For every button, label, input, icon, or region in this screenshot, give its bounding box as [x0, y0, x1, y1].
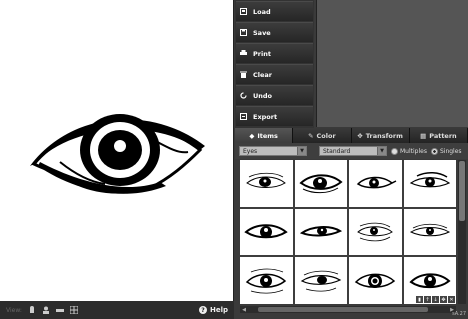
- save-label: Save: [253, 28, 271, 37]
- radio-selected-icon: [430, 147, 438, 155]
- preview-panel: [316, 0, 468, 127]
- singles-label: Singles: [439, 147, 462, 155]
- print-label: Print: [253, 49, 271, 58]
- singles-radio[interactable]: Singles: [430, 147, 462, 155]
- move-icon[interactable]: ✥: [440, 296, 447, 303]
- scroll-left-icon[interactable]: ◀: [240, 306, 248, 313]
- person-icon[interactable]: [42, 306, 50, 314]
- clear-label: Clear: [253, 70, 272, 79]
- chevron-down-icon: ▼: [297, 147, 306, 155]
- print-button[interactable]: Print: [236, 43, 313, 63]
- trash-icon: [240, 71, 247, 78]
- tab-color[interactable]: ✎ Color: [293, 128, 352, 143]
- pattern-icon: ▦: [420, 131, 427, 140]
- help-button[interactable]: ? Help: [198, 306, 228, 314]
- style-value: Standard: [323, 147, 351, 155]
- undo-icon: [240, 92, 247, 99]
- help-label: Help: [209, 306, 228, 314]
- tab-pattern[interactable]: ▦ Pattern: [409, 128, 468, 143]
- tab-items[interactable]: ◆ Items: [235, 128, 294, 143]
- undo-label: Undo: [253, 91, 273, 100]
- load-icon: [240, 8, 247, 15]
- tab-color-label: Color: [316, 131, 336, 140]
- eye-thumbnail-selected[interactable]: ▮ ↑ ↓ ✥ ✕: [403, 257, 456, 304]
- vertical-scrollbar[interactable]: [458, 160, 466, 304]
- bottom-toolbar: View: ? Help: [0, 301, 234, 319]
- undo-button[interactable]: Undo: [236, 85, 313, 105]
- eye-thumbnail[interactable]: [294, 160, 347, 207]
- print-icon: [240, 50, 247, 55]
- style-select[interactable]: Standard ▼: [319, 146, 387, 156]
- delete-icon[interactable]: ✕: [448, 296, 455, 303]
- drawing-canvas[interactable]: [0, 0, 234, 301]
- eye-thumbnail[interactable]: [349, 257, 402, 304]
- transform-icon: ✥: [357, 131, 363, 140]
- export-button[interactable]: Export: [236, 106, 313, 126]
- category-value: Eyes: [243, 147, 258, 155]
- eye-thumbnail[interactable]: [403, 160, 456, 207]
- radio-icon: [391, 147, 398, 155]
- export-label: Export: [253, 112, 278, 121]
- tab-transform-label: Transform: [365, 131, 403, 140]
- load-label: Load: [253, 7, 271, 16]
- help-icon: ?: [198, 306, 207, 314]
- multiples-label: Multiples: [400, 147, 427, 155]
- eye-thumbnail[interactable]: [240, 257, 293, 304]
- down-icon[interactable]: ↓: [432, 296, 439, 303]
- android-icon[interactable]: [28, 306, 36, 314]
- bar-icon[interactable]: [55, 306, 64, 314]
- item-grid: ▮ ↑ ↓ ✥ ✕: [240, 160, 456, 304]
- view-label: View:: [6, 306, 22, 314]
- tab-bar: ◆ Items ✎ Color ✥ Transform ▦ Pattern: [235, 128, 468, 143]
- eye-thumbnail[interactable]: [240, 160, 293, 207]
- eye-thumbnail[interactable]: [349, 208, 402, 256]
- eye-thumbnail[interactable]: [403, 208, 456, 256]
- eye-thumbnail[interactable]: [349, 160, 402, 207]
- up-icon[interactable]: ↑: [424, 296, 431, 303]
- brush-icon: ✎: [308, 131, 314, 140]
- scroll-thumb[interactable]: [459, 161, 465, 221]
- export-icon: [240, 113, 247, 120]
- tab-items-label: Items: [257, 131, 278, 140]
- load-button[interactable]: Load: [236, 1, 313, 21]
- eye-thumbnail[interactable]: [294, 257, 347, 304]
- version-label: sA.27: [452, 311, 466, 317]
- file-menu: Load Save Print Clear Undo Export: [235, 0, 314, 128]
- thumbnail-toolbar: ▮ ↑ ↓ ✥ ✕: [416, 296, 455, 303]
- chevron-down-icon: ▼: [377, 147, 386, 155]
- clear-button[interactable]: Clear: [236, 64, 313, 84]
- eye-thumbnail[interactable]: [294, 208, 347, 256]
- eye-thumbnail[interactable]: [240, 208, 293, 256]
- save-button[interactable]: Save: [236, 22, 313, 42]
- items-icon: ◆: [249, 131, 255, 140]
- filter-bar: Eyes ▼ Standard ▼ Multiples Singles: [235, 143, 468, 159]
- grid-icon[interactable]: [69, 306, 78, 314]
- layer-icon[interactable]: ▮: [416, 296, 423, 303]
- main-eye-drawing: [30, 114, 205, 194]
- save-icon: [240, 29, 247, 36]
- multiples-radio[interactable]: Multiples: [391, 147, 427, 155]
- scroll-thumb[interactable]: [258, 307, 428, 312]
- tab-pattern-label: Pattern: [429, 131, 457, 140]
- category-select[interactable]: Eyes ▼: [239, 146, 307, 156]
- horizontal-scrollbar[interactable]: ◀ ▶: [240, 306, 456, 313]
- tab-transform[interactable]: ✥ Transform: [351, 128, 410, 143]
